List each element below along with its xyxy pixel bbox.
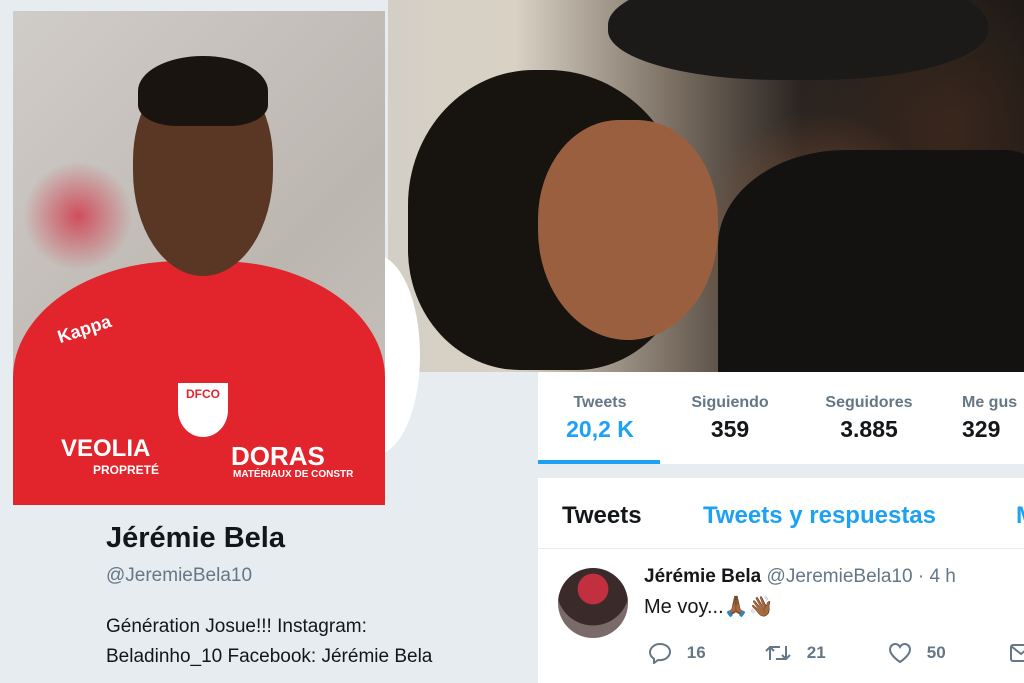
header-photo-hat (608, 0, 988, 80)
paint-splash (23, 161, 133, 271)
profile-name[interactable]: Jérémie Bela (106, 522, 285, 555)
header-photo (388, 0, 1024, 372)
active-stat-underline (538, 460, 660, 464)
stat-label: Me gus (962, 394, 1018, 411)
stat-label: Tweets (573, 394, 627, 411)
bio-line: Beladinho_10 Facebook: Jérémie Bela (106, 646, 433, 667)
club-badge: DFCO (178, 383, 228, 437)
heart-icon (888, 642, 912, 664)
sponsor-veolia-sub: PROPRETÉ (93, 463, 160, 477)
retweet-icon (765, 645, 791, 661)
sponsor-doras-sub: MATÉRIAUX DE CONSTR (233, 469, 354, 480)
tweet-meta[interactable]: @JeremieBela10 · 4 h (767, 566, 956, 587)
timeline: Tweets Tweets y respuestas M Jérémie Bel… (538, 478, 1024, 683)
direct-message-button[interactable] (1010, 642, 1024, 662)
tweet-author-name[interactable]: Jérémie Bela (644, 566, 761, 587)
like-button[interactable]: 50 (888, 642, 946, 664)
tab-tweets[interactable]: Tweets (562, 502, 642, 530)
retweet-count: 21 (806, 643, 826, 662)
reply-count: 16 (686, 643, 706, 662)
player-hair (138, 56, 268, 126)
tweet-text: Me voy...🙏🏾👋🏾 (644, 596, 774, 618)
stat-value: 3.885 (840, 416, 898, 442)
retweet-button[interactable]: 21 (764, 642, 826, 664)
tweet-header: Jérémie Bela @JeremieBela10 · 4 h (644, 566, 956, 588)
sponsor-doras: DORAS (231, 441, 325, 471)
stat-value: 359 (710, 416, 750, 442)
stat-value: 20,2 K (566, 416, 634, 442)
like-count: 50 (926, 643, 946, 662)
profile-bio: Génération Josue!!! Instagram: Beladinho… (106, 612, 526, 672)
stat-likes[interactable]: Me gus 329 (962, 394, 1024, 443)
header-photo-face (538, 120, 718, 340)
stat-tweets[interactable]: Tweets 20,2 K (560, 394, 640, 443)
timeline-tabs: Tweets Tweets y respuestas M (538, 478, 1024, 549)
stat-following[interactable]: Siguiendo 359 (682, 394, 778, 443)
stat-followers[interactable]: Seguidores 3.885 (816, 394, 922, 443)
header-photo-shirt (718, 150, 1024, 372)
reply-icon (648, 642, 672, 665)
profile-handle: @JeremieBela10 (106, 565, 253, 586)
sponsor-veolia: VEOLIA (61, 435, 151, 462)
tab-tweets-replies[interactable]: Tweets y respuestas (703, 502, 936, 530)
stat-value: 329 (962, 416, 1001, 442)
stat-label: Seguidores (825, 394, 913, 411)
envelope-icon (1010, 643, 1024, 662)
reply-button[interactable]: 16 (648, 642, 706, 665)
profile-avatar[interactable]: Kappa DFCO VEOLIA PROPRETÉ DORAS MATÉRIA… (13, 11, 385, 505)
tab-media[interactable]: M (1016, 502, 1024, 530)
profile-stats-bar: Tweets 20,2 K Siguiendo 359 Seguidores 3… (538, 372, 1024, 465)
bio-line: Génération Josue!!! Instagram: (106, 616, 367, 637)
stat-label: Siguiendo (691, 394, 769, 411)
tweet-avatar[interactable] (558, 568, 628, 638)
